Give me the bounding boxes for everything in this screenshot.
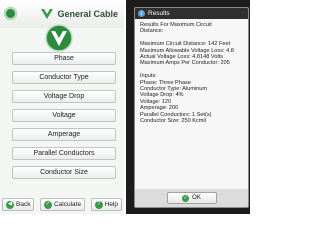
brand-logo: General Cable xyxy=(40,6,118,22)
dialog-title: Results xyxy=(148,10,170,17)
general-cable-mark-icon xyxy=(41,9,54,19)
calculator-screen: General Cable Phase Conductor Type Volta… xyxy=(0,0,124,214)
info-icon: i xyxy=(138,10,145,17)
app-logo xyxy=(39,23,79,53)
result-line: Maximum Amps Per Conductor: 205 xyxy=(140,60,230,67)
badge-icon xyxy=(4,7,17,20)
results-dialog: i Results Results For Maximum Circuit Di… xyxy=(134,7,249,208)
check-icon: ✓ xyxy=(182,194,190,202)
result-line: Maximum Circuit Distance: 142 Feet xyxy=(140,41,231,48)
back-arrow-icon: ◀ xyxy=(6,200,14,209)
back-label: Back xyxy=(16,201,31,208)
conductor-type-button[interactable]: Conductor Type xyxy=(12,71,116,84)
calculate-label: Calculate xyxy=(53,201,82,208)
dialog-button-row: ✓ OK xyxy=(135,189,248,207)
voltage-drop-button[interactable]: Voltage Drop xyxy=(12,90,116,103)
ok-label: OK xyxy=(192,195,201,201)
voltage-button[interactable]: Voltage xyxy=(12,109,116,122)
parallel-conductors-button[interactable]: Parallel Conductors xyxy=(12,147,116,160)
help-button[interactable]: ? Help xyxy=(90,198,122,211)
calculator-menu: Phase Conductor Type Voltage Drop Voltag… xyxy=(12,52,116,185)
results-screen: i Results Results For Maximum Circuit Di… xyxy=(126,0,250,214)
ok-button[interactable]: ✓ OK xyxy=(166,192,217,204)
help-label: Help xyxy=(104,201,118,208)
results-text: Results For Maximum Circuit Distance: Ma… xyxy=(135,19,248,124)
amperage-button[interactable]: Amperage xyxy=(12,128,116,141)
help-icon: ? xyxy=(94,200,103,209)
back-button[interactable]: ◀ Back xyxy=(2,198,35,211)
conductor-size-button[interactable]: Conductor Size xyxy=(12,166,116,179)
bottom-nav: ◀ Back ✓ Calculate ? Help xyxy=(2,198,122,212)
result-line: Conductor Size: 250 Kcmil xyxy=(140,118,206,125)
app-logo-icon xyxy=(45,24,73,52)
calculate-button[interactable]: ✓ Calculate xyxy=(39,198,86,211)
brand-name: General Cable xyxy=(57,9,118,19)
phase-button[interactable]: Phase xyxy=(12,52,116,65)
dialog-title-bar: i Results xyxy=(135,8,248,19)
check-icon: ✓ xyxy=(43,200,52,209)
